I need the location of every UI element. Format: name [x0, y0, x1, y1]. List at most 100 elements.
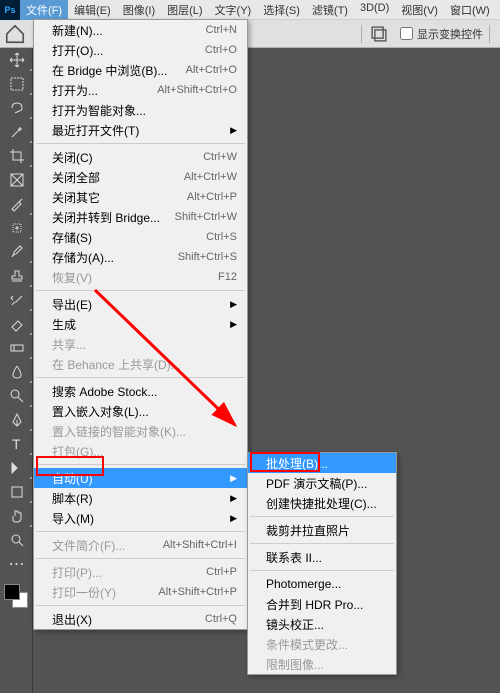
- menu-item-1[interactable]: 编辑(E): [68, 0, 117, 20]
- menu-item[interactable]: 新建(N)...Ctrl+N: [34, 20, 247, 40]
- move-tool[interactable]: [0, 48, 33, 72]
- menu-item[interactable]: 最近打开文件(T)▶: [34, 120, 247, 140]
- menu-item[interactable]: 批处理(B)...: [248, 453, 396, 473]
- menu-item[interactable]: 打开为智能对象...: [34, 100, 247, 120]
- shape-tool[interactable]: [0, 480, 33, 504]
- menu-item-label: 条件模式更改...: [266, 636, 348, 653]
- menu-item-label: 关闭(C): [52, 149, 93, 166]
- menu-item-0[interactable]: 文件(F): [20, 0, 68, 20]
- menu-item-9[interactable]: 窗口(W): [444, 0, 496, 20]
- brush-tool[interactable]: [0, 240, 33, 264]
- lasso-tool[interactable]: [0, 96, 33, 120]
- menu-item-label: 合并到 HDR Pro...: [266, 596, 363, 613]
- menu-item: 在 Behance 上共享(D)...: [34, 354, 247, 374]
- menu-item-label: 打包(G)...: [52, 443, 103, 460]
- home-icon[interactable]: [4, 23, 26, 45]
- menu-item[interactable]: 退出(X)Ctrl+Q: [34, 609, 247, 629]
- menu-separator: [36, 605, 245, 606]
- layers-icon[interactable]: [368, 23, 390, 45]
- menu-item-label: 联系表 II...: [266, 549, 322, 566]
- color-swatch[interactable]: [4, 584, 28, 608]
- menu-item[interactable]: 联系表 II...: [248, 547, 396, 567]
- menu-item-6[interactable]: 滤镜(T): [306, 0, 354, 20]
- show-transform-checkbox[interactable]: [400, 27, 413, 40]
- zoom-tool[interactable]: [0, 528, 33, 552]
- menu-shortcut: Alt+Shift+Ctrl+P: [158, 586, 237, 598]
- hand-tool[interactable]: [0, 504, 33, 528]
- menu-item-label: 打印一份(Y): [52, 584, 116, 601]
- menu-item[interactable]: 脚本(R)▶: [34, 488, 247, 508]
- blur-tool[interactable]: [0, 360, 33, 384]
- marquee-tool[interactable]: [0, 72, 33, 96]
- menu-item-label: 恢复(V): [52, 269, 92, 286]
- path-tool[interactable]: [0, 456, 33, 480]
- menu-item-label: 关闭其它: [52, 189, 100, 206]
- menu-item[interactable]: 关闭并转到 Bridge...Shift+Ctrl+W: [34, 207, 247, 227]
- menu-item[interactable]: 生成▶: [34, 314, 247, 334]
- menu-item[interactable]: 创建快捷批处理(C)...: [248, 493, 396, 513]
- menu-item-label: 置入链接的智能对象(K)...: [52, 423, 186, 440]
- menu-item[interactable]: 关闭(C)Ctrl+W: [34, 147, 247, 167]
- menu-item[interactable]: Photomerge...: [248, 574, 396, 594]
- healing-tool[interactable]: [0, 216, 33, 240]
- menu-item-label: 限制图像...: [266, 656, 324, 673]
- eyedropper-tool[interactable]: [0, 192, 33, 216]
- magic-wand-tool[interactable]: [0, 120, 33, 144]
- menu-item[interactable]: 存储为(A)...Shift+Ctrl+S: [34, 247, 247, 267]
- menu-item-label: 打印(P)...: [52, 564, 102, 581]
- pen-tool[interactable]: [0, 408, 33, 432]
- menu-item-label: 自动(U): [52, 470, 93, 487]
- crop-tool[interactable]: [0, 144, 33, 168]
- history-brush-tool[interactable]: [0, 288, 33, 312]
- menu-item[interactable]: 搜索 Adobe Stock...: [34, 381, 247, 401]
- menu-item-8[interactable]: 视图(V): [395, 0, 444, 20]
- menu-item-7[interactable]: 3D(D): [354, 0, 395, 20]
- svg-text:T: T: [12, 436, 21, 452]
- menu-item[interactable]: 在 Bridge 中浏览(B)...Alt+Ctrl+O: [34, 60, 247, 80]
- menu-item[interactable]: 镜头校正...: [248, 614, 396, 634]
- submenu-arrow-icon: ▶: [222, 299, 237, 310]
- menu-separator: [36, 464, 245, 465]
- menu-shortcut: Alt+Ctrl+P: [187, 191, 237, 203]
- menu-item-4[interactable]: 文字(Y): [209, 0, 258, 20]
- menu-item: 打包(G)...: [34, 441, 247, 461]
- menu-separator: [36, 531, 245, 532]
- menu-item[interactable]: 导入(M)▶: [34, 508, 247, 528]
- menu-item[interactable]: 置入嵌入对象(L)...: [34, 401, 247, 421]
- dodge-tool[interactable]: [0, 384, 33, 408]
- frame-tool[interactable]: [0, 168, 33, 192]
- file-menu-dropdown: 新建(N)...Ctrl+N打开(O)...Ctrl+O在 Bridge 中浏览…: [33, 19, 248, 630]
- menu-item[interactable]: 关闭全部Alt+Ctrl+W: [34, 167, 247, 187]
- menu-item-label: 关闭全部: [52, 169, 100, 186]
- photoshop-logo: Ps: [0, 0, 20, 20]
- menu-item-label: 文件简介(F)...: [52, 537, 125, 554]
- menu-item-3[interactable]: 图层(L): [161, 0, 208, 20]
- show-transform-label: 显示变换控件: [417, 26, 483, 42]
- menu-item[interactable]: 自动(U)▶: [34, 468, 247, 488]
- menu-item-label: 打开为智能对象...: [52, 102, 146, 119]
- menu-item[interactable]: 存储(S)Ctrl+S: [34, 227, 247, 247]
- menu-item-label: 退出(X): [52, 611, 92, 628]
- eraser-tool[interactable]: [0, 312, 33, 336]
- menu-item-5[interactable]: 选择(S): [257, 0, 306, 20]
- menu-shortcut: Alt+Shift+Ctrl+I: [163, 539, 237, 551]
- menu-item-label: 共享...: [52, 336, 86, 353]
- menu-item-2[interactable]: 图像(I): [117, 0, 161, 20]
- menu-separator: [250, 516, 394, 517]
- menu-item-label: 在 Bridge 中浏览(B)...: [52, 62, 167, 79]
- type-tool[interactable]: T: [0, 432, 33, 456]
- menu-separator: [36, 377, 245, 378]
- menu-item[interactable]: 导出(E)▶: [34, 294, 247, 314]
- gradient-tool[interactable]: [0, 336, 33, 360]
- edit-toolbar[interactable]: ⋯: [0, 552, 33, 576]
- menu-item[interactable]: 合并到 HDR Pro...: [248, 594, 396, 614]
- menu-item-label: 在 Behance 上共享(D)...: [52, 356, 181, 373]
- menu-item[interactable]: 打开(O)...Ctrl+O: [34, 40, 247, 60]
- stamp-tool[interactable]: [0, 264, 33, 288]
- menu-item[interactable]: 裁剪并拉直照片: [248, 520, 396, 540]
- menu-item[interactable]: 打开为...Alt+Shift+Ctrl+O: [34, 80, 247, 100]
- menu-separator: [36, 558, 245, 559]
- menu-item-label: 搜索 Adobe Stock...: [52, 383, 157, 400]
- menu-item[interactable]: 关闭其它 Alt+Ctrl+P: [34, 187, 247, 207]
- menu-item[interactable]: PDF 演示文稿(P)...: [248, 473, 396, 493]
